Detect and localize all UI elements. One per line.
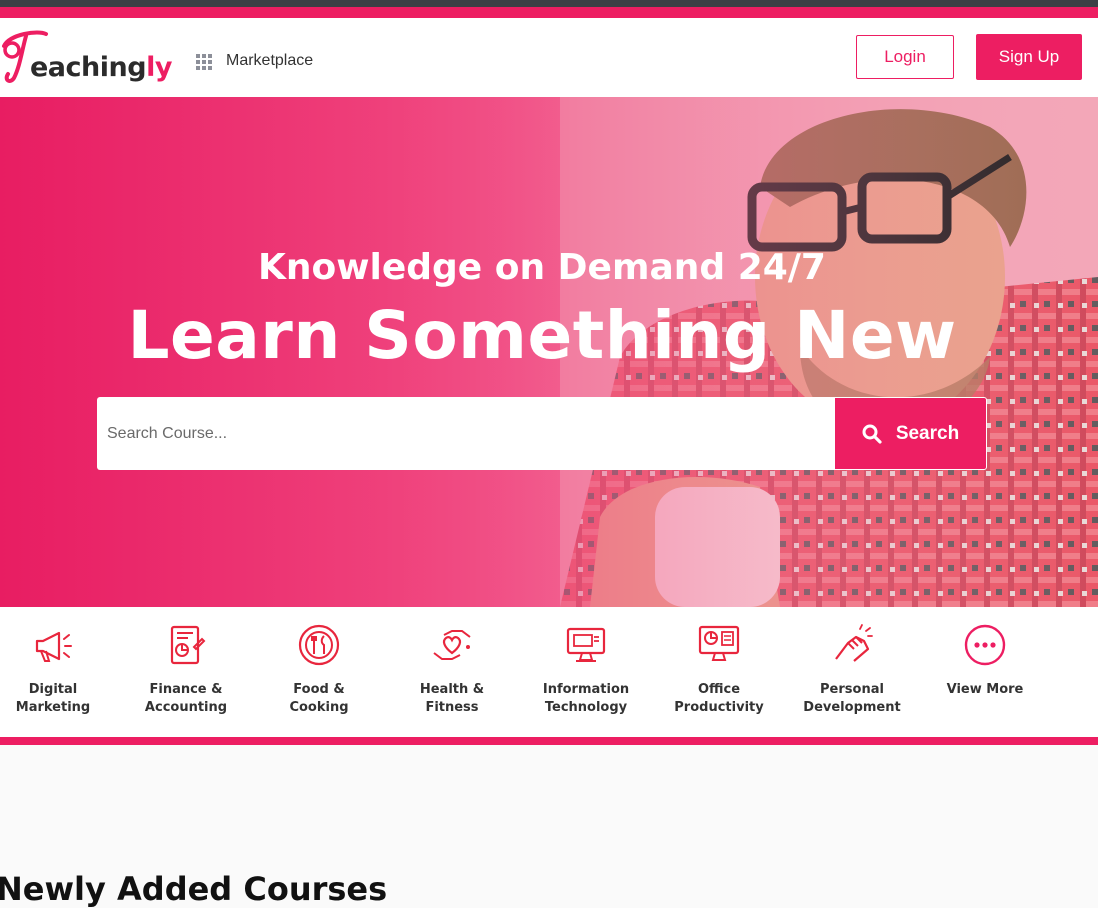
- category-office-productivity[interactable]: Office Productivity: [659, 623, 779, 717]
- category-label: Health & Fitness: [419, 682, 485, 715]
- login-button[interactable]: Login: [856, 35, 954, 79]
- finance-report-icon: [170, 625, 206, 665]
- browser-top-edge: [0, 0, 1098, 7]
- hero-title: Learn Something New: [127, 297, 957, 374]
- category-strip-bottom-bar: [0, 737, 1098, 745]
- course-search-input[interactable]: [97, 397, 834, 470]
- category-label: Food & Cooking: [289, 682, 349, 715]
- office-monitor-chart-icon: [698, 625, 740, 661]
- marketplace-link[interactable]: Marketplace: [196, 52, 313, 70]
- top-accent-bar: [0, 7, 1098, 18]
- category-personal-development[interactable]: Personal Development: [792, 623, 912, 717]
- category-label: View More: [946, 682, 1024, 697]
- logo-wordmark: eachingly: [30, 52, 172, 83]
- category-label: Personal Development: [803, 682, 901, 715]
- marketplace-label: Marketplace: [226, 52, 314, 69]
- category-label: Digital Marketing: [15, 682, 91, 715]
- category-view-more[interactable]: View More: [925, 623, 1045, 699]
- category-food-cooking[interactable]: Food & Cooking: [259, 623, 379, 717]
- megaphone-icon: [35, 631, 72, 662]
- course-search-bar: Search: [97, 397, 987, 470]
- handshake-icon: [835, 624, 873, 662]
- plate-cutlery-icon: [298, 624, 340, 666]
- category-label: Finance & Accounting: [144, 682, 228, 715]
- category-health-fitness[interactable]: Health & Fitness: [392, 623, 512, 717]
- search-button[interactable]: Search: [834, 397, 987, 470]
- heart-hands-icon: [433, 630, 471, 660]
- signup-button[interactable]: Sign Up: [976, 34, 1082, 80]
- category-finance-accounting[interactable]: Finance & Accounting: [126, 623, 246, 717]
- hero-banner: Knowledge on Demand 24/7 Learn Something…: [0, 97, 1098, 607]
- category-digital-marketing[interactable]: Digital Marketing: [0, 623, 113, 717]
- category-strip: Digital Marketing Finance & Accounting F…: [0, 607, 1098, 737]
- more-dots-icon: [964, 624, 1006, 666]
- search-icon: [862, 424, 882, 444]
- category-label: Information Technology: [542, 682, 630, 715]
- grid-icon: [196, 54, 212, 70]
- site-header: eachingly Marketplace Login Sign Up: [0, 18, 1098, 97]
- computer-monitor-icon: [566, 627, 606, 662]
- category-label: Office Productivity: [674, 682, 764, 715]
- site-logo[interactable]: eachingly: [0, 28, 172, 86]
- search-button-label: Search: [895, 422, 960, 444]
- category-information-technology[interactable]: Information Technology: [526, 623, 646, 717]
- hero-subtitle: Knowledge on Demand 24/7: [258, 247, 826, 288]
